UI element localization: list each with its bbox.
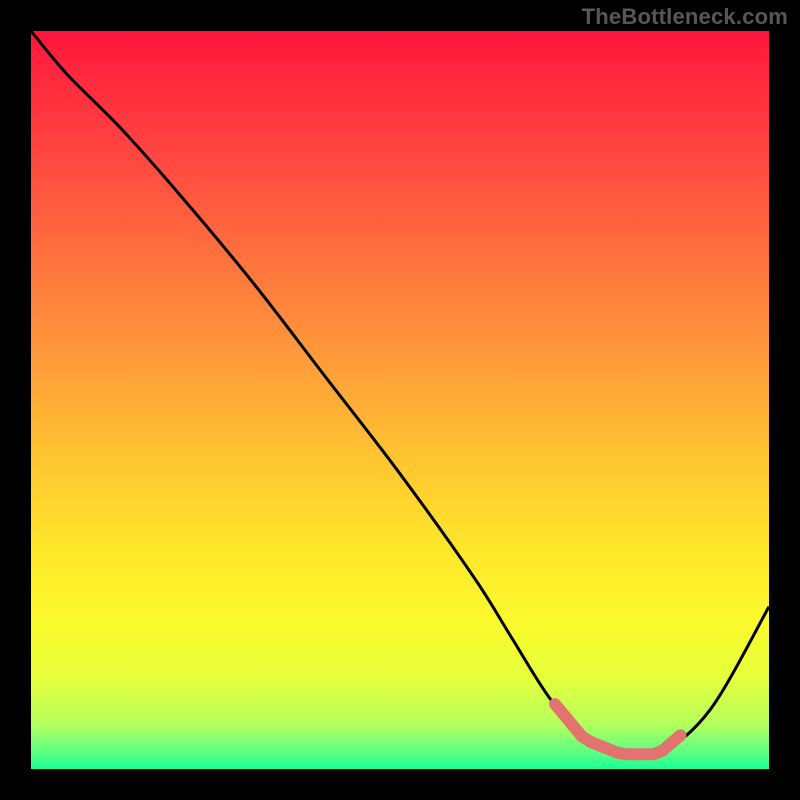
optimal-range-highlight: [555, 704, 680, 754]
plot-area: [31, 31, 769, 769]
watermark-text: TheBottleneck.com: [582, 4, 788, 30]
chart-frame: TheBottleneck.com: [0, 0, 800, 800]
bottleneck-curve-svg: [31, 31, 769, 769]
bottleneck-curve-path: [31, 31, 769, 758]
